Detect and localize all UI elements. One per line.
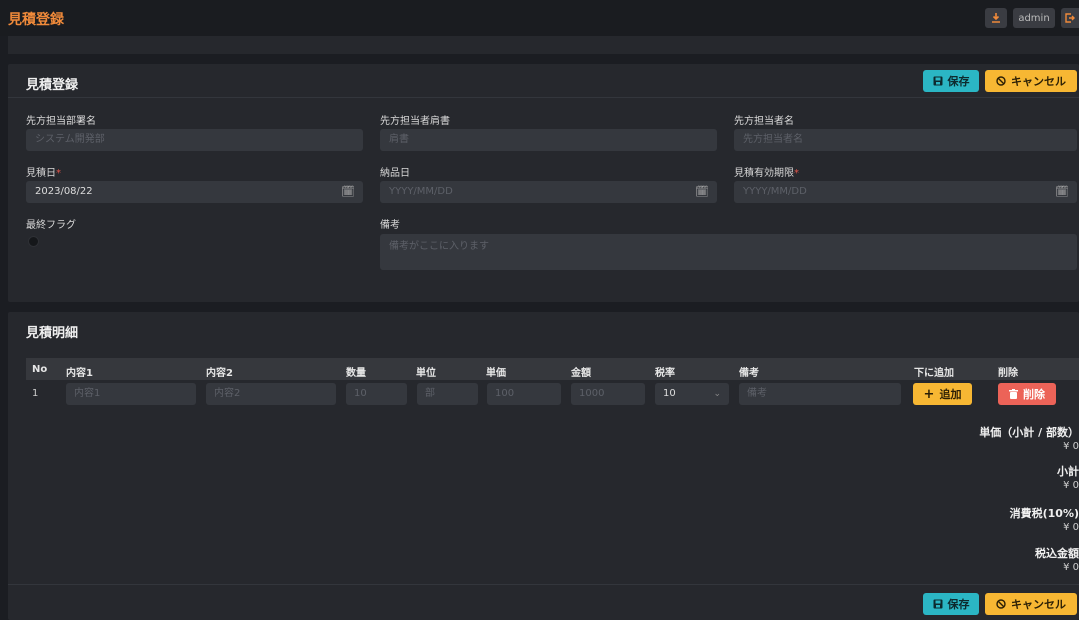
delete-row-button[interactable]: 削除 — [998, 383, 1056, 405]
content1-input[interactable]: 内容1 — [66, 383, 196, 405]
quote-details-card: 見積明細 No 内容1 内容2 数量 単位 単価 金額 税率 備考 下に追加 削… — [8, 312, 1079, 620]
top-bar: 見積登録 admin — [0, 0, 1079, 36]
cancel-icon — [996, 76, 1006, 86]
expiry-label: 見積有効期限* — [734, 168, 799, 179]
tax-rate-select[interactable]: 10 ⌄ — [655, 383, 729, 405]
cancel-label: キャンセル — [1011, 75, 1066, 88]
user-menu-button[interactable]: admin — [1013, 8, 1055, 28]
content2-input[interactable]: 内容2 — [206, 383, 336, 405]
position-label: 先方担当者肩書 — [380, 116, 450, 127]
calendar-icon[interactable]: 🗓 — [1055, 181, 1069, 203]
save-icon — [933, 76, 942, 86]
save-icon — [933, 599, 942, 609]
unit-input[interactable]: 部 — [417, 383, 478, 405]
delivery-date-label: 納品日 — [380, 168, 410, 179]
col-content2: 内容2 — [206, 368, 233, 379]
remarks-input[interactable]: 備考 — [739, 383, 901, 405]
amount-input[interactable]: 1000 — [571, 383, 645, 405]
person-input[interactable]: 先方担当者名 — [734, 129, 1077, 151]
calendar-icon[interactable]: 🗓 — [341, 181, 355, 203]
footer-cancel-button[interactable]: キャンセル — [985, 593, 1077, 615]
save-button[interactable]: 保存 — [923, 70, 979, 92]
save-label: 保存 — [947, 75, 970, 88]
final-flag-label: 最終フラグ — [26, 220, 76, 231]
trash-icon — [1009, 389, 1018, 399]
required-mark: * — [56, 168, 61, 179]
quote-details-title: 見積明細 — [26, 326, 79, 341]
quote-date-input[interactable]: 2023/08/22 🗓 — [26, 181, 363, 203]
summary-total-value: ¥ 0 — [1063, 562, 1079, 573]
col-price: 単価 — [486, 368, 506, 379]
tax-rate-value: 10 — [663, 388, 676, 399]
delete-label: 削除 — [1023, 388, 1045, 401]
col-remarks: 備考 — [739, 368, 759, 379]
chevron-down-icon: ⌄ — [713, 389, 721, 399]
col-delete: 削除 — [998, 368, 1018, 379]
expiry-input[interactable]: YYYY/MM/DD 🗓 — [734, 181, 1077, 203]
summary-subtotal-value: ¥ 0 — [1063, 480, 1079, 491]
app-title: 見積登録 — [8, 12, 64, 28]
price-input[interactable]: 100 — [487, 383, 561, 405]
summary-tax-value: ¥ 0 — [1063, 522, 1079, 533]
summary-subtotal-label: 小計 — [1057, 465, 1079, 478]
cancel-icon — [996, 599, 1006, 609]
footer-save-label: 保存 — [947, 598, 970, 611]
summary-tax-label: 消費税(10%) — [1009, 507, 1079, 520]
remarks-textarea[interactable]: 備考がここに入ります — [380, 234, 1077, 270]
footer-save-button[interactable]: 保存 — [923, 593, 979, 615]
details-footer: 保存 キャンセル — [8, 584, 1079, 620]
col-content1: 内容1 — [66, 368, 93, 379]
quote-form-card: 見積登録 保存 キャンセル 先方担当部署名 システム開発部 先方担当者肩書 肩書… — [8, 64, 1079, 302]
summary-total-label: 税込金額 — [1035, 547, 1079, 560]
person-label: 先方担当者名 — [734, 116, 794, 127]
col-unit: 単位 — [416, 368, 436, 379]
calendar-icon[interactable]: 🗓 — [695, 181, 709, 203]
quote-form-title: 見積登録 — [26, 78, 79, 93]
remarks-label: 備考 — [380, 220, 400, 231]
col-qty: 数量 — [346, 368, 366, 379]
quote-date-label: 見積日* — [26, 168, 61, 179]
qty-input[interactable]: 10 — [346, 383, 407, 405]
dept-label: 先方担当部署名 — [26, 116, 96, 127]
col-add-below: 下に追加 — [914, 368, 954, 379]
add-label: 追加 — [939, 388, 962, 401]
download-icon — [992, 13, 1000, 23]
add-row-button[interactable]: + 追加 — [913, 383, 972, 405]
logout-icon — [1065, 13, 1075, 23]
download-button[interactable] — [985, 8, 1007, 28]
col-amount: 金額 — [571, 368, 591, 379]
col-no: No — [32, 364, 48, 375]
col-tax-rate: 税率 — [655, 368, 675, 379]
summary-unit-price-value: ¥ 0 — [1063, 441, 1079, 452]
expiry-placeholder: YYYY/MM/DD — [743, 186, 807, 197]
quote-form-header: 見積登録 保存 キャンセル — [8, 64, 1079, 98]
required-mark: * — [794, 168, 799, 179]
plus-icon: + — [923, 386, 935, 402]
delivery-date-placeholder: YYYY/MM/DD — [389, 186, 453, 197]
details-table-header: No 内容1 内容2 数量 単位 単価 金額 税率 備考 下に追加 削除 — [26, 358, 1079, 380]
delivery-date-input[interactable]: YYYY/MM/DD 🗓 — [380, 181, 717, 203]
summary-unit-price-label: 単価（小計 / 部数） — [979, 426, 1079, 439]
cancel-button[interactable]: キャンセル — [985, 70, 1077, 92]
dept-input[interactable]: システム開発部 — [26, 129, 363, 151]
footer-cancel-label: キャンセル — [1011, 598, 1066, 611]
quote-date-value: 2023/08/22 — [35, 186, 93, 197]
position-input[interactable]: 肩書 — [380, 129, 717, 151]
logout-button[interactable] — [1061, 8, 1079, 28]
top-actions: admin — [985, 8, 1079, 28]
final-flag-toggle[interactable] — [28, 236, 39, 247]
row-no: 1 — [32, 388, 39, 399]
top-strip — [8, 36, 1079, 54]
